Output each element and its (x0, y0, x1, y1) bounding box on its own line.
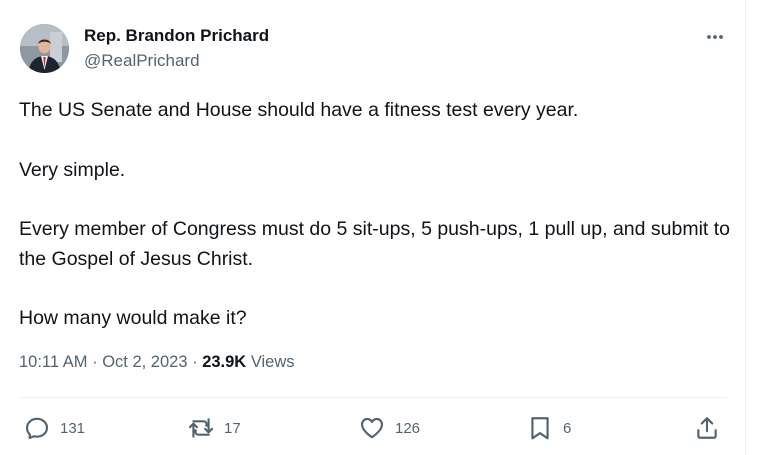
reply-count: 131 (60, 419, 86, 437)
tweet-date[interactable]: Oct 2, 2023 (102, 353, 187, 371)
tweet-time[interactable]: 10:11 AM (19, 353, 88, 371)
tweet-paragraph: Every member of Congress must do 5 sit-u… (19, 218, 731, 270)
tweet-paragraph: The US Senate and House should have a fi… (19, 99, 579, 121)
author-display-name[interactable]: Rep. Brandon Prichard (84, 26, 269, 46)
share-icon (697, 417, 717, 439)
tweet-meta: 10:11 AM · Oct 2, 2023 · 23.9K Views (19, 353, 295, 372)
reply-button[interactable]: 131 (24, 413, 85, 443)
bookmark-button[interactable]: 6 (527, 413, 571, 443)
tweet-text: The US Senate and House should have a fi… (19, 96, 734, 334)
like-count: 126 (395, 419, 421, 437)
bookmark-count: 6 (563, 419, 572, 437)
divider (19, 397, 727, 398)
share-button[interactable] (694, 413, 720, 443)
bookmark-icon (531, 417, 549, 440)
author-handle[interactable]: @RealPrichard (84, 51, 200, 71)
tweet-paragraph: Very simple. (19, 158, 126, 181)
avatar[interactable] (20, 24, 69, 73)
profile-photo-icon (20, 24, 69, 73)
views-label: Views (250, 353, 295, 371)
meta-separator: · (192, 353, 198, 371)
retweet-button[interactable]: 17 (188, 413, 241, 443)
column-border (745, 0, 746, 455)
more-options-icon[interactable] (703, 27, 727, 47)
meta-separator: · (92, 353, 98, 371)
retweet-count: 17 (224, 419, 241, 437)
retweet-icon (188, 418, 214, 438)
reply-icon (25, 417, 49, 440)
like-button[interactable]: 126 (359, 413, 420, 443)
tweet-paragraph: How many would make it? (19, 307, 247, 329)
views-count: 23.9K (202, 353, 247, 371)
heart-icon (360, 417, 384, 439)
